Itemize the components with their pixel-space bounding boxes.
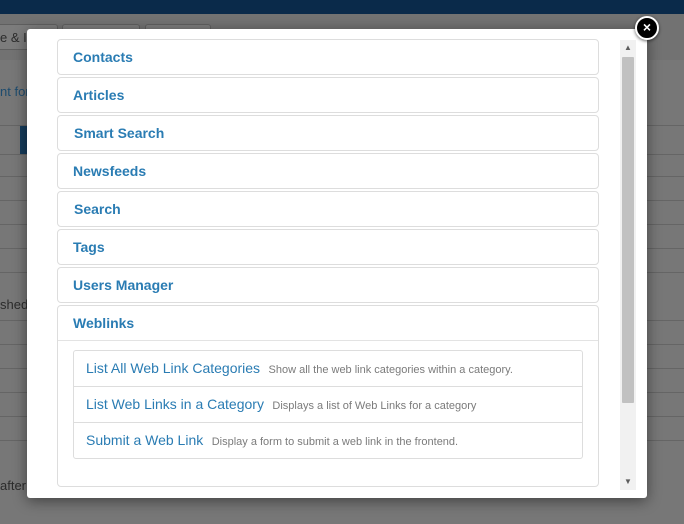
item-description: Display a form to submit a web link in t… (211, 436, 459, 448)
item-title[interactable]: List All Web Link Categories (86, 360, 260, 376)
group-contacts[interactable]: Contacts (57, 39, 599, 75)
group-smart-search[interactable]: Smart Search (57, 115, 599, 151)
scroll-down-arrow-icon[interactable]: ▼ (620, 474, 636, 490)
group-header-newsfeeds[interactable]: Newsfeeds (58, 154, 598, 188)
list-item-submit-web-link[interactable]: Submit a Web Link Display a form to subm… (74, 423, 582, 458)
group-tags[interactable]: Tags (57, 229, 599, 265)
group-weblinks[interactable]: Weblinks List All Web Link Categories Sh… (57, 305, 599, 487)
item-title[interactable]: List Web Links in a Category (86, 396, 264, 412)
group-header-smart-search[interactable]: Smart Search (58, 116, 598, 150)
background-row-text: after (0, 478, 27, 493)
background-toolbar-button-label: e & I (0, 30, 27, 45)
background-row-text: shed (0, 297, 29, 312)
group-header-tags[interactable]: Tags (58, 230, 598, 264)
group-header-search[interactable]: Search (58, 192, 598, 226)
group-users-manager[interactable]: Users Manager (57, 267, 599, 303)
scroll-up-arrow-icon[interactable]: ▲ (620, 40, 636, 56)
group-search[interactable]: Search (57, 191, 599, 227)
scrollbar-thumb[interactable] (622, 57, 634, 403)
weblinks-body: List All Web Link Categories Show all th… (58, 341, 598, 459)
group-header-users-manager[interactable]: Users Manager (58, 268, 598, 302)
group-header-contacts[interactable]: Contacts (58, 40, 598, 74)
list-item-list-all-web-link-categories[interactable]: List All Web Link Categories Show all th… (74, 351, 582, 387)
item-description: Show all the web link categories within … (268, 364, 513, 376)
list-item-list-web-links-in-category[interactable]: List Web Links in a Category Displays a … (74, 387, 582, 423)
weblinks-list: List All Web Link Categories Show all th… (73, 350, 583, 459)
group-header-weblinks[interactable]: Weblinks (58, 306, 598, 341)
background-top-bar (0, 0, 684, 14)
modal-scrollbar[interactable]: ▲ ▼ (620, 40, 636, 490)
item-description: Displays a list of Web Links for a categ… (272, 400, 477, 412)
item-title[interactable]: Submit a Web Link (86, 432, 203, 448)
modal-content: Contacts Articles Smart Search Newsfeeds… (57, 39, 599, 491)
group-articles[interactable]: Articles (57, 77, 599, 113)
background-link: nt for (0, 84, 30, 99)
menu-item-type-modal: Contacts Articles Smart Search Newsfeeds… (27, 29, 647, 498)
group-newsfeeds[interactable]: Newsfeeds (57, 153, 599, 189)
group-header-articles[interactable]: Articles (58, 78, 598, 112)
close-icon[interactable]: × (635, 16, 659, 40)
